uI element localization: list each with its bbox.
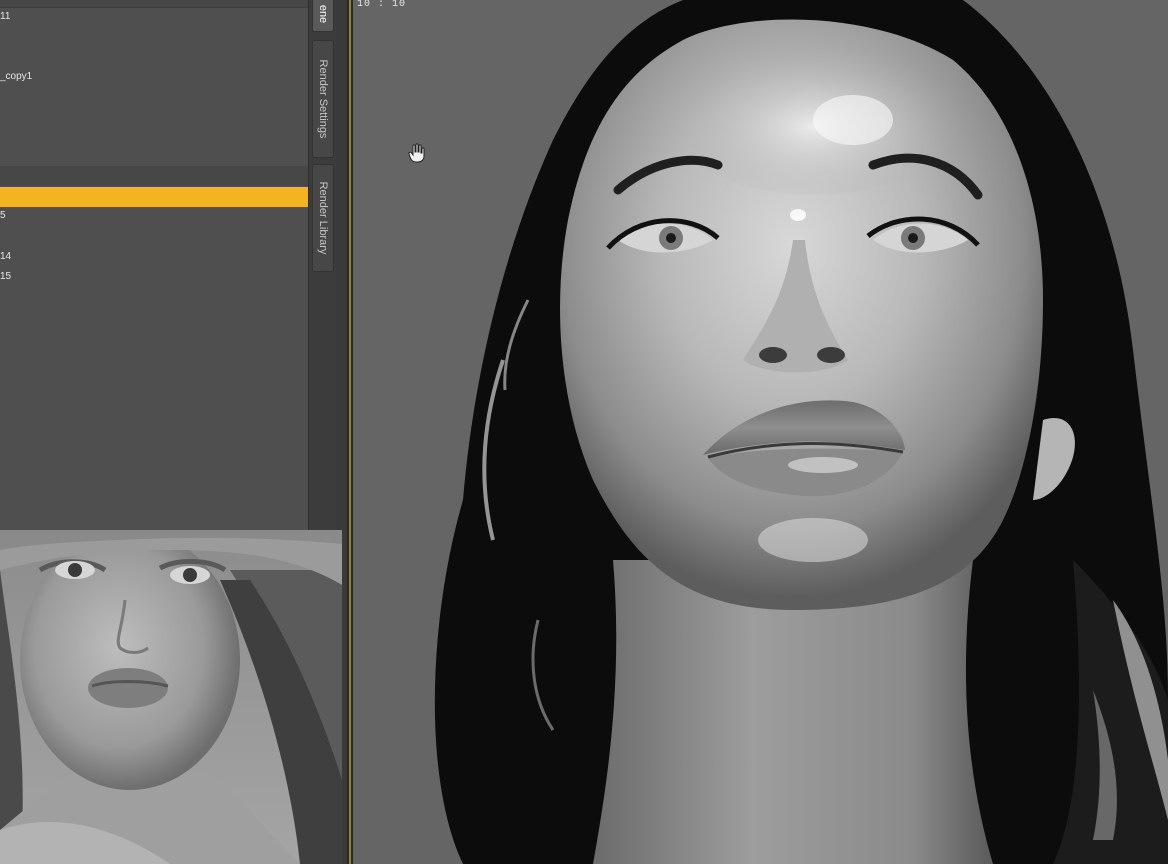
tab-render-settings[interactable]: Render Settings — [312, 40, 334, 158]
scene-item-selected[interactable] — [0, 187, 308, 207]
scene-section-divider — [0, 166, 308, 186]
scene-item[interactable]: 14 — [0, 251, 11, 263]
side-tab-strip: ene Render Settings Render Library — [308, 0, 337, 530]
scene-item[interactable]: 15 — [0, 271, 11, 283]
scene-item[interactable]: _copy1 — [0, 71, 32, 83]
scene-item[interactable]: 11 — [0, 11, 10, 23]
hand-cursor-icon — [408, 143, 425, 163]
reference-image-panel — [0, 530, 342, 864]
tab-scene-label: ene — [317, 4, 329, 24]
render-preview — [434, 0, 1168, 864]
tab-render-settings-label: Render Settings — [317, 59, 329, 139]
scene-item[interactable]: 5 — [0, 210, 6, 222]
render-viewport[interactable]: 10 : 10 — [353, 0, 1168, 864]
scene-topbar — [0, 0, 308, 8]
reference-photo — [0, 530, 342, 864]
viewport-timecode: 10 : 10 — [357, 0, 407, 10]
tab-render-library[interactable]: Render Library — [312, 164, 334, 272]
tab-render-library-label: Render Library — [317, 181, 329, 255]
pane-splitter-highlight — [349, 0, 351, 864]
scene-panel: 11 _copy1 5 14 15 — [0, 0, 308, 530]
tab-scene[interactable]: ene — [312, 0, 334, 32]
